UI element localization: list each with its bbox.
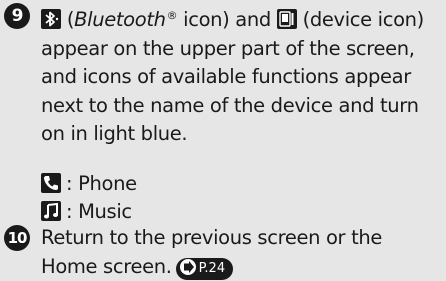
- step-9-text: (Bluetooth® icon) and (device icon) appe…: [41, 8, 424, 145]
- page-reference-link[interactable]: P.24: [175, 257, 234, 280]
- step-number-badge: 9: [4, 3, 30, 29]
- music-icon: [41, 201, 61, 221]
- legend-phone-label: : Phone: [66, 172, 137, 195]
- phone-icon: [41, 173, 61, 193]
- step-9: 9 (Bluetooth® icon) and (device icon) ap…: [4, 2, 444, 149]
- legend-music-label: : Music: [66, 200, 132, 223]
- arrow-right-icon: [179, 258, 196, 275]
- step-10: 10 Return to the previous screen or the …: [4, 224, 444, 281]
- bluetooth-icon: [41, 9, 61, 29]
- page-reference-label: P.24: [198, 260, 226, 276]
- step-number-badge: 10: [4, 225, 30, 251]
- device-icon: [276, 9, 297, 29]
- legend-phone: : Phone: [41, 170, 137, 198]
- legend-music: : Music: [41, 198, 132, 226]
- bluetooth-word: Bluetooth: [74, 8, 166, 31]
- manual-page: 9 (Bluetooth® icon) and (device icon) ap…: [0, 0, 446, 280]
